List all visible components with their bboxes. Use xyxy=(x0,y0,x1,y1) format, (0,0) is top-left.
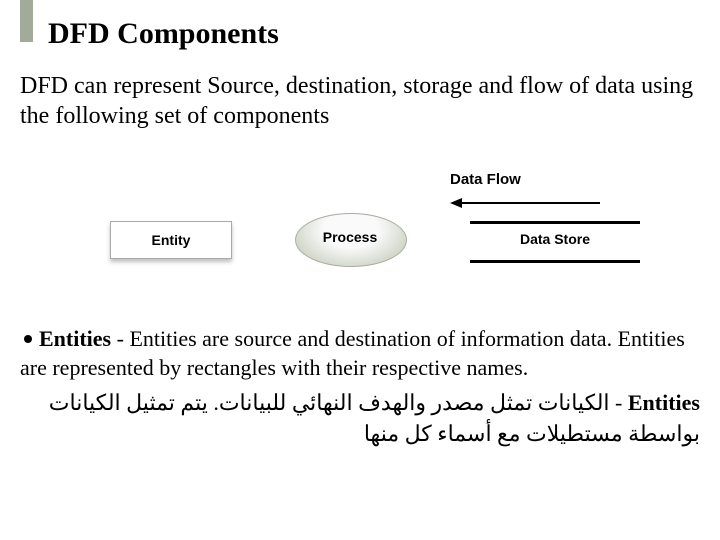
dfd-diagram: Data Flow Entity Process Data Store xyxy=(20,171,700,291)
bullet-text: - Entities are source and destination of… xyxy=(20,326,685,380)
accent-decor xyxy=(20,0,33,42)
arabic-prefix: Entities xyxy=(628,390,700,415)
bullet-icon xyxy=(24,335,32,343)
process-shape: Process xyxy=(295,213,405,265)
data-store-shape: Data Store xyxy=(470,221,640,263)
entity-shape: Entity xyxy=(110,221,232,259)
slide: DFD Components DFD can represent Source,… xyxy=(0,0,720,540)
process-label: Process xyxy=(295,229,405,245)
entity-label: Entity xyxy=(152,232,191,248)
bullet-entities: Entities - Entities are source and desti… xyxy=(20,325,700,382)
page-title: DFD Components xyxy=(48,17,700,51)
arabic-translation: Entities - الكيانات تمثل مصدر والهدف الن… xyxy=(20,388,700,450)
bullet-heading: Entities xyxy=(39,326,111,351)
data-store-label: Data Store xyxy=(470,224,640,254)
data-flow-label: Data Flow xyxy=(450,171,521,188)
lead-text: DFD can represent Source, destination, s… xyxy=(20,71,700,131)
arabic-text: - الكيانات تمثل مصدر والهدف النهائي للبي… xyxy=(49,390,700,446)
arrow-icon xyxy=(450,196,600,210)
